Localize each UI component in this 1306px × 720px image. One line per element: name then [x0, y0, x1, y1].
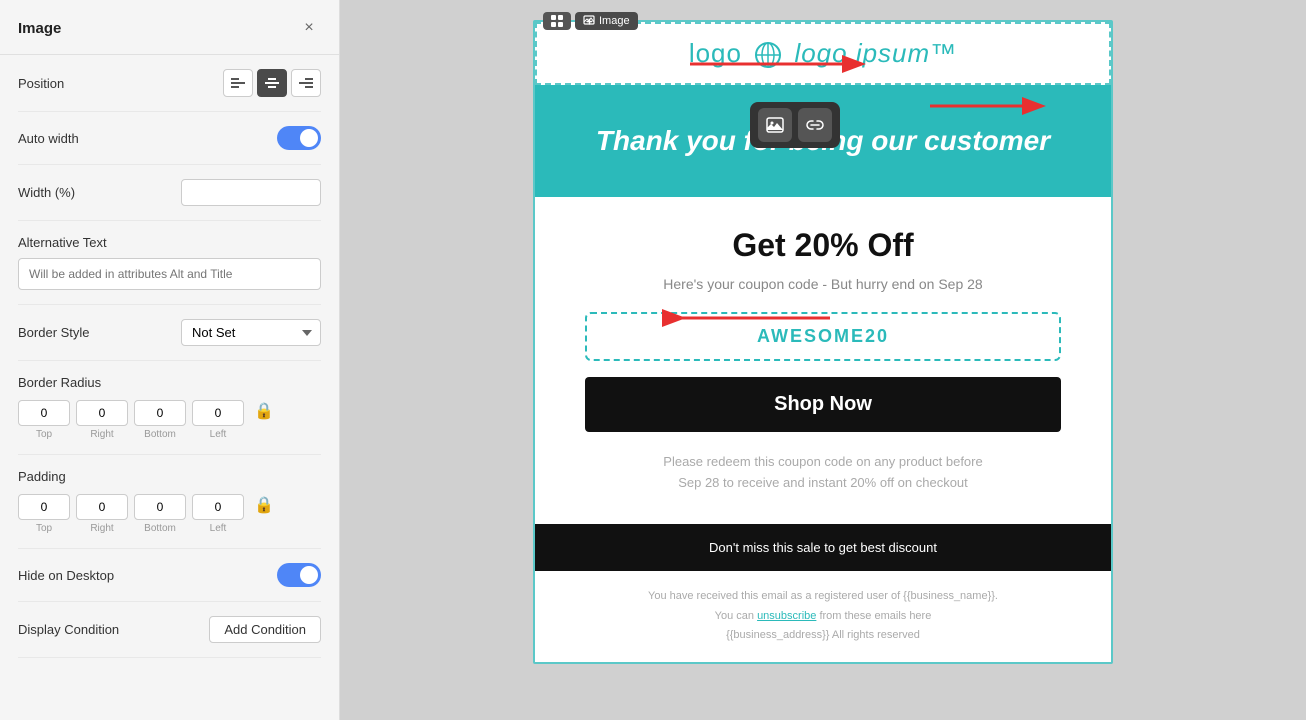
- border-radius-left-label: Left: [210, 429, 227, 440]
- alt-text-label: Alternative Text: [18, 235, 321, 250]
- footer-address: {{business_address}} All rights reserved: [555, 626, 1091, 646]
- border-radius-left[interactable]: [192, 400, 244, 426]
- image-popup-toolbar: [750, 102, 840, 148]
- hide-desktop-toggle-slider: [277, 563, 321, 587]
- padding-left-group: Left: [192, 494, 244, 534]
- hide-on-desktop-toggle[interactable]: [277, 563, 321, 587]
- padding-label: Padding: [18, 469, 321, 484]
- border-radius-right[interactable]: [76, 400, 128, 426]
- email-subtitle: Here's your coupon code - But hurry end …: [585, 276, 1061, 292]
- padding-bottom-label: Bottom: [144, 523, 176, 534]
- email-discount-title: Get 20% Off: [585, 227, 1061, 264]
- padding-left-label: Left: [210, 523, 227, 534]
- border-radius-top[interactable]: [18, 400, 70, 426]
- toolbar-grid-badge: [543, 12, 571, 30]
- border-style-select[interactable]: Not Set Solid Dashed Dotted Double: [181, 319, 321, 346]
- border-radius-lock-button[interactable]: 🔒: [250, 401, 278, 421]
- border-radius-section: Border Radius Top Right Bottom Left: [18, 361, 321, 455]
- width-label: Width (%): [18, 185, 75, 200]
- position-row: Position: [18, 55, 321, 112]
- right-area: Image logo logo ipsum™: [340, 0, 1306, 720]
- auto-width-row: Auto width: [18, 112, 321, 165]
- footer-line2: You can: [715, 610, 754, 622]
- padding-left[interactable]: [192, 494, 244, 520]
- grid-icon: [551, 15, 563, 27]
- padding-inputs: Top Right Bottom Left 🔒: [18, 494, 321, 534]
- auto-width-toggle[interactable]: [277, 126, 321, 150]
- move-icon: [583, 15, 595, 27]
- padding-section: Padding Top Right Bottom Left: [18, 455, 321, 549]
- shop-now-button[interactable]: Shop Now: [585, 377, 1061, 432]
- footer-line3: from these emails here: [819, 610, 931, 622]
- auto-width-label: Auto width: [18, 131, 79, 146]
- padding-bottom-group: Bottom: [134, 494, 186, 534]
- border-radius-bottom-group: Bottom: [134, 400, 186, 440]
- footer-bar-text: Don't miss this sale to get best discoun…: [709, 540, 937, 555]
- border-radius-top-label: Top: [36, 429, 52, 440]
- arrow-left: [670, 300, 830, 340]
- image-icon: [766, 116, 784, 134]
- alt-text-section: Alternative Text: [18, 221, 321, 305]
- border-style-row: Border Style Not Set Solid Dashed Dotted…: [18, 305, 321, 361]
- toolbar-image-badge: Image: [575, 12, 638, 30]
- add-condition-button[interactable]: Add Condition: [209, 616, 321, 643]
- padding-right[interactable]: [76, 494, 128, 520]
- display-condition-label: Display Condition: [18, 622, 119, 637]
- width-row: Width (%) 50: [18, 165, 321, 221]
- border-radius-label: Border Radius: [18, 375, 321, 390]
- image-badge-label: Image: [599, 15, 630, 27]
- border-radius-left-group: Left: [192, 400, 244, 440]
- position-center-button[interactable]: [257, 69, 287, 97]
- popup-image-button[interactable]: [758, 108, 792, 142]
- panel-header: Image ×: [0, 0, 339, 55]
- border-radius-inputs: Top Right Bottom Left 🔒: [18, 400, 321, 440]
- email-redeem-text: Please redeem this coupon code on any pr…: [585, 452, 1061, 494]
- position-buttons: [223, 69, 321, 97]
- padding-bottom[interactable]: [134, 494, 186, 520]
- border-radius-right-group: Right: [76, 400, 128, 440]
- canvas-toolbar: Image: [543, 12, 638, 30]
- padding-top[interactable]: [18, 494, 70, 520]
- display-condition-row: Display Condition Add Condition: [18, 602, 321, 658]
- padding-right-label: Right: [90, 523, 113, 534]
- border-radius-bottom-label: Bottom: [144, 429, 176, 440]
- border-style-label: Border Style: [18, 325, 90, 340]
- arrow-right: [690, 44, 890, 94]
- border-radius-right-label: Right: [90, 429, 113, 440]
- redeem-text-line2: Sep 28 to receive and instant 20% off on…: [678, 475, 968, 490]
- toggle-slider: [277, 126, 321, 150]
- hide-on-desktop-row: Hide on Desktop: [18, 549, 321, 602]
- border-radius-top-group: Top: [18, 400, 70, 440]
- footer-unsubscribe-link[interactable]: unsubscribe: [757, 610, 816, 622]
- width-input[interactable]: 50: [181, 179, 321, 206]
- padding-top-group: Top: [18, 494, 70, 534]
- redeem-text-line1: Please redeem this coupon code on any pr…: [663, 454, 982, 469]
- link-icon: [806, 116, 824, 134]
- close-button[interactable]: ×: [297, 16, 321, 40]
- email-body: Get 20% Off Here's your coupon code - Bu…: [535, 197, 1111, 524]
- padding-top-label: Top: [36, 523, 52, 534]
- padding-lock-button[interactable]: 🔒: [250, 495, 278, 515]
- position-left-button[interactable]: [223, 69, 253, 97]
- padding-right-group: Right: [76, 494, 128, 534]
- arrow-right-inner: [930, 86, 1060, 126]
- alt-text-input[interactable]: [18, 258, 321, 290]
- email-footer-bar: Don't miss this sale to get best discoun…: [535, 524, 1111, 571]
- hide-on-desktop-label: Hide on Desktop: [18, 568, 114, 583]
- footer-line1: You have received this email as a regist…: [555, 587, 1091, 607]
- panel-title: Image: [18, 20, 61, 37]
- popup-link-button[interactable]: [798, 108, 832, 142]
- footer-line2-wrap: You can unsubscribe from these emails he…: [555, 607, 1091, 627]
- position-label: Position: [18, 76, 64, 91]
- border-radius-bottom[interactable]: [134, 400, 186, 426]
- left-panel: Image × Position Auto width: [0, 0, 340, 720]
- panel-body: Position Auto width Wid: [0, 55, 339, 720]
- position-right-button[interactable]: [291, 69, 321, 97]
- email-footer-meta: You have received this email as a regist…: [535, 571, 1111, 662]
